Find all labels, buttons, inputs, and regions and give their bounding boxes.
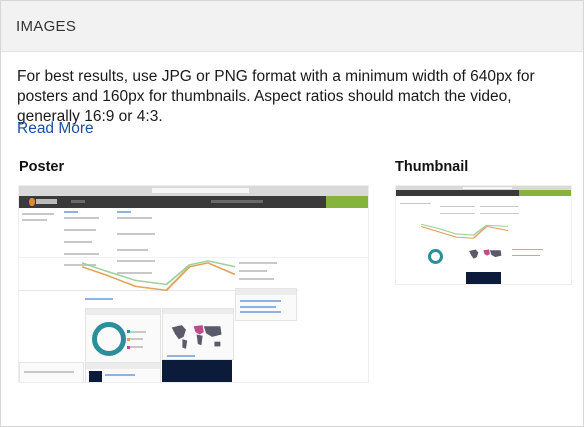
recent-panel <box>235 287 297 322</box>
browser-bar <box>19 186 368 196</box>
thumb-map-icon <box>469 249 502 259</box>
trend-lines-chart <box>81 259 236 291</box>
panel-header: IMAGES <box>1 1 583 52</box>
thumb-trend-lines <box>420 223 508 240</box>
read-more-link[interactable]: Read More <box>17 120 94 138</box>
poster-label: Poster <box>19 159 65 175</box>
thumbnail-label: Thumbnail <box>395 159 469 175</box>
map-panel <box>162 307 234 361</box>
app-header-bar <box>19 195 368 208</box>
panel-title: IMAGES <box>16 17 77 35</box>
video-preview <box>162 360 232 382</box>
top-videos-panel <box>85 362 161 382</box>
poster-image[interactable] <box>18 185 369 383</box>
thumbnail-image[interactable] <box>395 185 572 285</box>
images-panel: IMAGES For best results, use JPG or PNG … <box>0 0 584 427</box>
world-map-icon <box>172 324 222 349</box>
images-description: For best results, use JPG or PNG format … <box>17 68 535 125</box>
thumb-donut <box>427 248 443 264</box>
